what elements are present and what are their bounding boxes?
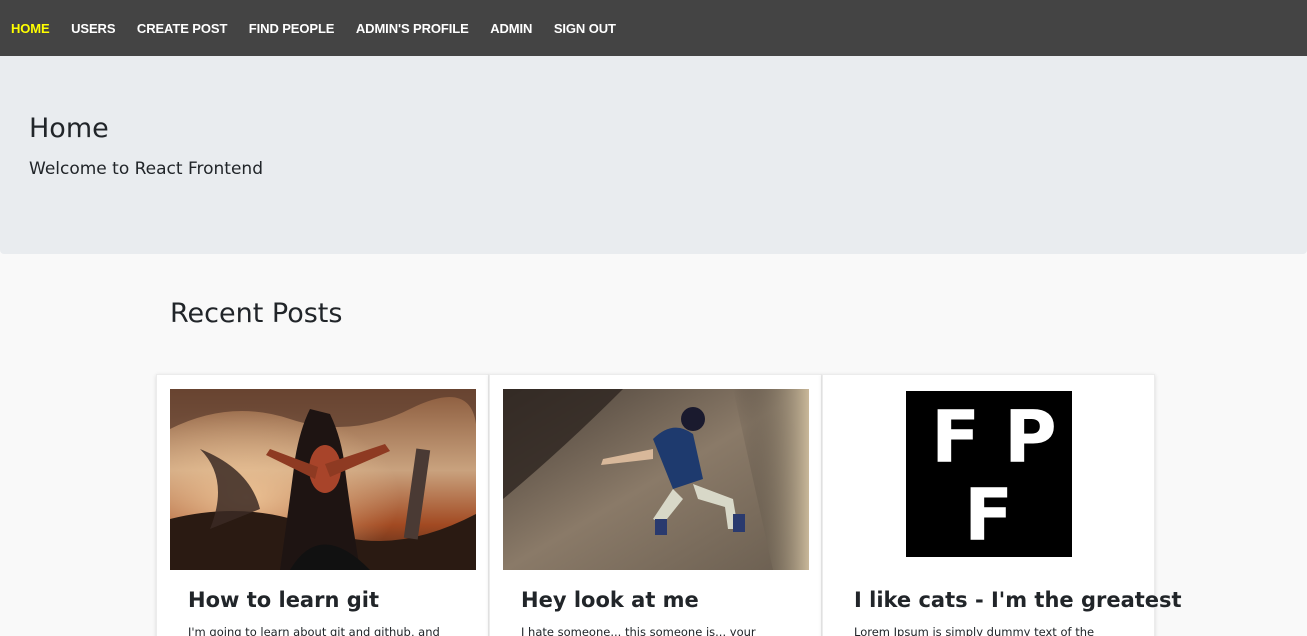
recent-posts-heading: Recent Posts (170, 298, 343, 329)
fpf-logo-image[interactable]: F P F (906, 391, 1072, 557)
post-title[interactable]: I like cats - I'm the greatest (854, 588, 1182, 612)
nav-list: HOME USERS CREATE POST FIND PEOPLE ADMIN… (0, 0, 1307, 56)
nav-item-admin[interactable]: ADMIN (490, 21, 532, 36)
post-image-fantasy-warrior[interactable] (170, 389, 476, 570)
logo-letter-p: P (1004, 395, 1057, 479)
posts-grid: How to learn git I'm going to learn abou… (156, 374, 1182, 636)
nav-item-home[interactable]: HOME (11, 21, 50, 36)
post-title[interactable]: Hey look at me (521, 588, 699, 612)
nav-item-find-people[interactable]: FIND PEOPLE (249, 21, 335, 36)
post-excerpt: Lorem Ipsum is simply dummy text of the (854, 625, 1095, 636)
jumbotron: Home Welcome to React Frontend (0, 56, 1307, 254)
post-excerpt: I hate someone... this someone is... you… (521, 625, 756, 636)
post-card: F P F I like cats - I'm the greatest Lor… (822, 374, 1182, 636)
logo-letter-f-bottom: F (964, 473, 1014, 557)
nav-item-sign-out[interactable]: SIGN OUT (554, 21, 616, 36)
post-excerpt: I'm going to learn about git and github,… (188, 625, 440, 636)
nav-item-admins-profile[interactable]: ADMIN'S PROFILE (356, 21, 469, 36)
post-title[interactable]: How to learn git (188, 588, 379, 612)
page-title: Home (29, 113, 109, 144)
nav-item-users[interactable]: USERS (71, 21, 115, 36)
page-lead: Welcome to React Frontend (29, 159, 263, 179)
nav-item-create-post[interactable]: CREATE POST (137, 21, 227, 36)
logo-letter-f: F (931, 395, 981, 479)
top-navbar: HOME USERS CREATE POST FIND PEOPLE ADMIN… (0, 0, 1307, 56)
post-card: Hey look at me I hate someone... this so… (489, 374, 822, 636)
post-card: How to learn git I'm going to learn abou… (156, 374, 489, 636)
post-image-climbing-figurine[interactable] (503, 389, 809, 570)
